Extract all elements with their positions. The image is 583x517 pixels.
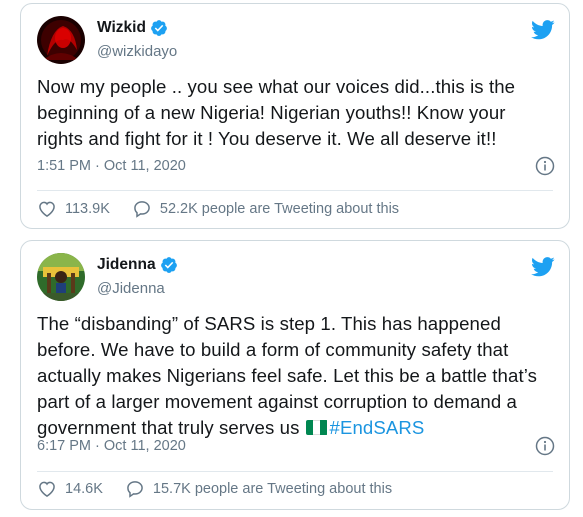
like-button[interactable]: 14.6K xyxy=(37,479,103,499)
author-block: Jidenna @Jidenna xyxy=(97,255,178,297)
verified-badge-icon xyxy=(160,257,177,273)
author-block: Wizkid @wizkidayo xyxy=(97,18,177,60)
heart-icon xyxy=(39,201,55,217)
tweet-text: Now my people .. you see what our voices… xyxy=(37,76,516,149)
speech-bubble-icon xyxy=(127,481,143,498)
hashtag-link[interactable]: #EndSARS xyxy=(330,417,425,438)
author-name[interactable]: Jidenna xyxy=(97,256,156,274)
tweet-text: The “disbanding” of SARS is step 1. This… xyxy=(37,313,537,438)
tweet-card[interactable]: Jidenna @Jidenna The “disbanding” of SAR… xyxy=(20,240,570,510)
tweet-card[interactable]: Wizkid @wizkidayo Now my people .. you s… xyxy=(20,3,570,229)
divider xyxy=(37,471,553,472)
author-name[interactable]: Wizkid xyxy=(97,19,146,37)
tweet-actions: 14.6K 15.7K people are Tweeting about th… xyxy=(37,479,392,499)
info-icon[interactable] xyxy=(535,156,555,176)
avatar[interactable] xyxy=(37,16,85,64)
tweet-actions: 113.9K 52.2K people are Tweeting about t… xyxy=(37,199,399,219)
tweeting-count: 15.7K people are Tweeting about this xyxy=(152,481,393,497)
tweeting-about-link[interactable]: 52.2K people are Tweeting about this xyxy=(132,199,399,219)
tweet-timestamp[interactable]: 6:17 PM · Oct 11, 2020 xyxy=(37,438,186,454)
speech-bubble-icon xyxy=(134,201,150,218)
heart-icon xyxy=(39,481,55,497)
nigeria-flag xyxy=(305,420,328,435)
divider xyxy=(37,190,553,191)
tweet-timestamp[interactable]: 1:51 PM · Oct 11, 2020 xyxy=(37,158,186,174)
tweeting-about-link[interactable]: 15.7K people are Tweeting about this xyxy=(125,479,392,499)
like-count: 113.9K xyxy=(65,201,110,217)
info-icon[interactable] xyxy=(535,436,555,456)
avatar[interactable] xyxy=(37,253,85,301)
author-handle[interactable]: @wizkidayo xyxy=(97,43,177,60)
verified-badge-icon xyxy=(151,20,167,36)
tweet-text-block: The “disbanding” of SARS is step 1. This… xyxy=(37,311,553,441)
tweeting-count: 52.2K people are Tweeting about this xyxy=(159,201,400,217)
author-handle[interactable]: @Jidenna xyxy=(97,280,178,297)
twitter-bird-icon[interactable] xyxy=(531,257,555,277)
twitter-bird-icon[interactable] xyxy=(531,20,555,40)
like-button[interactable]: 113.9K xyxy=(37,199,110,219)
like-count: 14.6K xyxy=(65,481,103,497)
